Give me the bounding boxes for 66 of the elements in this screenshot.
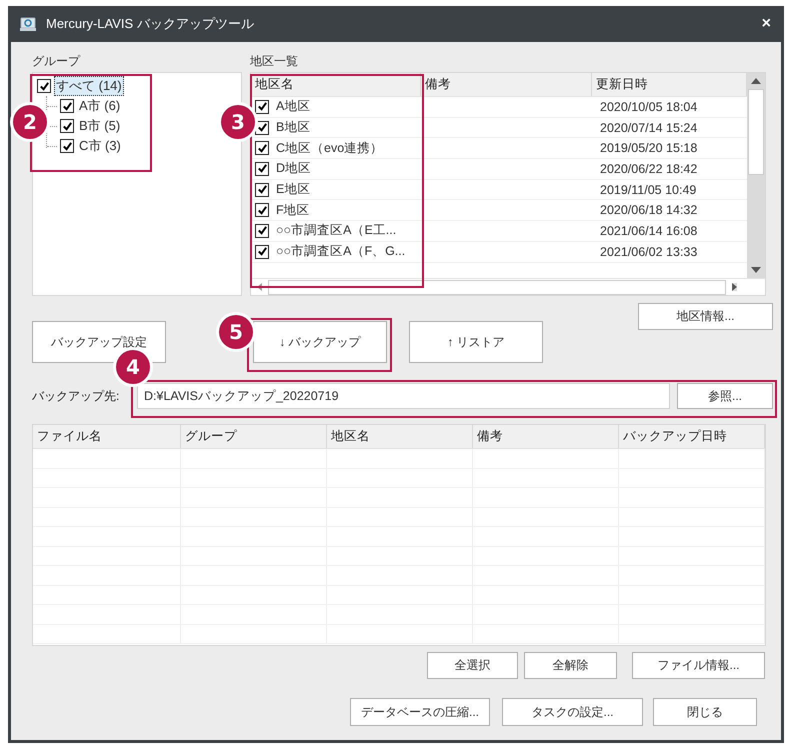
update-time: 2020/06/18 14:32: [600, 203, 698, 218]
checkbox[interactable]: [60, 139, 74, 153]
destination-label: バックアップ先:: [32, 388, 120, 404]
table-button[interactable]: ファイル情報...: [632, 652, 765, 679]
app-icon: [20, 17, 36, 31]
step-number: 4: [116, 350, 150, 384]
update-time: 2020/07/14 15:24: [600, 120, 698, 135]
column-header[interactable]: グループ: [181, 425, 327, 448]
column-header[interactable]: 地区名: [327, 425, 473, 448]
district-name: A地区: [276, 98, 310, 116]
district-name: ○○市調査区A（E工...: [276, 222, 396, 240]
checkbox[interactable]: [255, 141, 269, 156]
tree-item[interactable]: すべて (14): [54, 76, 124, 96]
group-label: グループ: [32, 54, 82, 70]
checkbox[interactable]: [255, 120, 269, 135]
checkbox[interactable]: [255, 244, 269, 259]
footer-button[interactable]: 閉じる: [653, 698, 757, 726]
backup-button[interactable]: ↓ バックアップ: [253, 321, 387, 363]
district-name: E地区: [276, 181, 310, 198]
column-header[interactable]: ファイル名: [33, 425, 181, 448]
checkbox[interactable]: [255, 182, 269, 197]
district-name: B地区: [276, 119, 310, 136]
update-time: 2019/05/20 15:18: [600, 141, 698, 156]
scroll-up-icon[interactable]: [751, 78, 761, 84]
browse-button[interactable]: 参照...: [677, 383, 773, 409]
checkbox[interactable]: [255, 203, 269, 218]
tree-item[interactable]: C市 (3): [77, 136, 123, 156]
update-time: 2021/06/14 16:08: [600, 224, 698, 238]
checkbox[interactable]: [60, 99, 74, 113]
column-header[interactable]: 備考: [473, 425, 619, 448]
window-title: Mercury-LAVIS バックアップツール: [46, 15, 254, 33]
table-button[interactable]: 全解除: [524, 652, 617, 679]
checkbox[interactable]: [255, 162, 269, 176]
scroll-down-icon[interactable]: [751, 267, 761, 273]
update-time: 2020/10/05 18:04: [600, 100, 698, 114]
update-time: 2020/06/22 18:42: [600, 162, 698, 176]
horizontal-scrollbar[interactable]: [251, 278, 765, 295]
tree-item[interactable]: A市 (6): [77, 96, 122, 116]
scroll-right-icon[interactable]: [732, 283, 737, 291]
district-name: D地区: [276, 160, 312, 178]
district-list-label: 地区一覧: [250, 54, 299, 70]
column-header[interactable]: バックアップ日時: [619, 425, 765, 448]
district-info-button[interactable]: 地区情報...: [638, 303, 773, 330]
destination-field[interactable]: D:¥LAVISバックアップ_20220719: [137, 383, 670, 409]
checkbox[interactable]: [255, 224, 269, 238]
district-name: F地区: [276, 202, 310, 219]
vertical-scrollbar[interactable]: [747, 73, 765, 278]
close-button[interactable]: ×: [758, 15, 775, 33]
scroll-left-icon[interactable]: [257, 283, 262, 291]
step-number: 5: [219, 315, 253, 349]
checkbox[interactable]: [37, 79, 51, 93]
step-number: 3: [221, 105, 255, 139]
district-name: ○○市調査区A（F、G...: [276, 243, 406, 260]
restore-button[interactable]: ↑ リストア: [409, 321, 543, 363]
tree-item[interactable]: B市 (5): [77, 116, 122, 136]
table-button[interactable]: 全選択: [427, 652, 518, 679]
district-name: C地区（evo連携）: [276, 140, 384, 157]
column-header[interactable]: 備考: [421, 73, 592, 96]
update-time: 2021/06/02 13:33: [600, 244, 698, 259]
checkbox[interactable]: [60, 119, 74, 133]
footer-button[interactable]: タスクの設定...: [502, 698, 643, 726]
column-header[interactable]: 地区名: [251, 73, 421, 96]
update-time: 2019/11/05 10:49: [600, 182, 696, 197]
checkbox[interactable]: [255, 100, 269, 114]
footer-button[interactable]: データベースの圧縮...: [350, 698, 490, 726]
step-number: 2: [13, 105, 47, 139]
